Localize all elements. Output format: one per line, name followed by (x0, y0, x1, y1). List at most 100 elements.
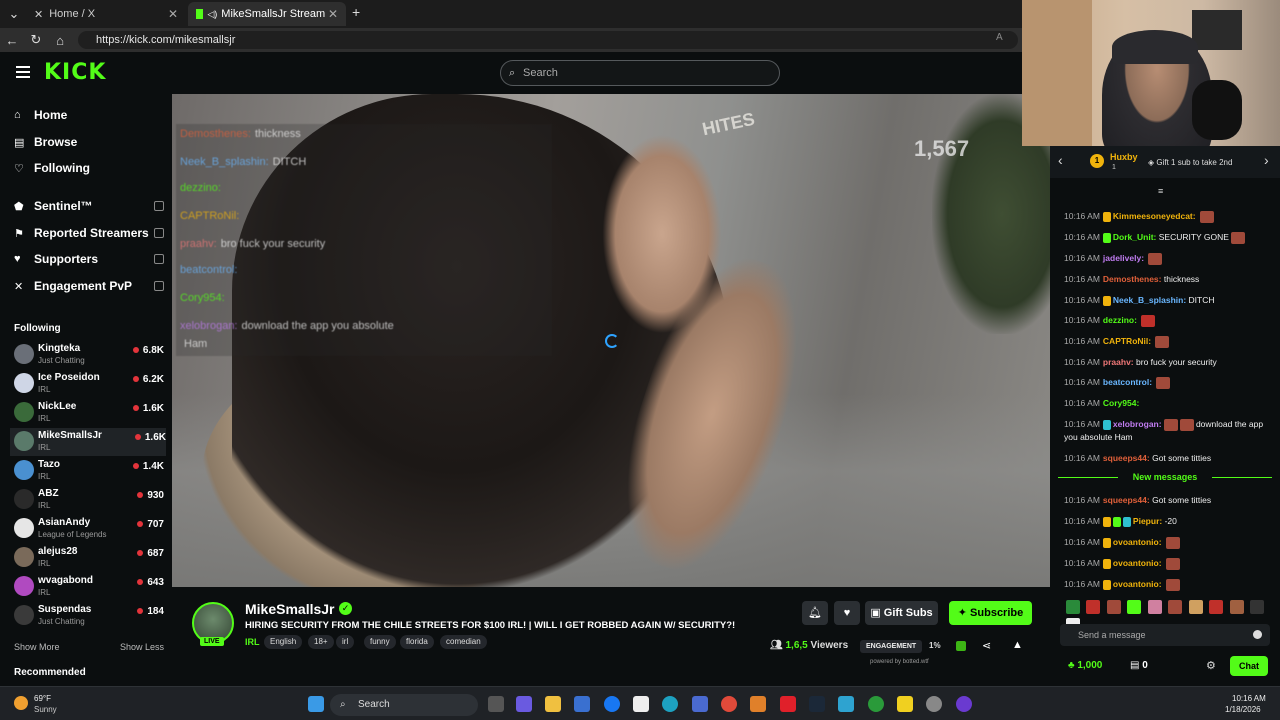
report-icon[interactable]: ▲ (1012, 639, 1023, 651)
steam-icon[interactable] (809, 696, 825, 712)
message-user[interactable]: CAPTRoNil: (1103, 336, 1151, 346)
amazon-icon[interactable] (633, 696, 649, 712)
gear-icon[interactable]: ⚙ (1206, 659, 1216, 672)
pinned-filter-icon[interactable]: ≡ (1158, 186, 1163, 196)
message-user[interactable]: Cory954: (1103, 398, 1139, 408)
message-user[interactable]: praahv: (1103, 357, 1134, 367)
tab-home-x[interactable]: ✕ Home / X ✕ (26, 2, 186, 26)
tag[interactable]: funny (364, 635, 396, 649)
channel-name[interactable]: MikeSmallsJr (245, 601, 335, 617)
message-user[interactable]: Piepur: (1133, 516, 1162, 526)
chat-message-input[interactable]: Send a message (1060, 624, 1270, 646)
video-player[interactable]: HITES 1,567 Demosthenes: thickness Neek_B… (172, 94, 1050, 587)
tag[interactable]: irl (336, 635, 355, 649)
weather-temperature[interactable]: 69°F (34, 694, 51, 703)
message-user[interactable]: xelobrogan: (1113, 419, 1162, 429)
followed-channel-active[interactable]: MikeSmallsJr IRL 1.6K (10, 428, 166, 456)
message-user[interactable]: Dork_Unit: (1113, 232, 1156, 242)
engagement-badge[interactable]: ENGAGEMENT (860, 640, 923, 653)
emote-icon[interactable] (1188, 599, 1203, 614)
home-icon[interactable]: ⌂ (48, 33, 72, 48)
subscribe-button[interactable]: ✦ Subscribe (949, 601, 1032, 625)
chrome-icon[interactable] (721, 696, 737, 712)
message-user[interactable]: Neek_B_splashin: (1113, 295, 1186, 305)
clock-date[interactable]: 1/18/2026 (1225, 705, 1261, 714)
sidebar-item-supporters[interactable]: ♥ Supporters (14, 248, 164, 270)
followed-channel[interactable]: NickLee IRL 1.6K (14, 399, 164, 427)
search-input[interactable]: ⌕ Search (500, 60, 780, 86)
show-less-link[interactable]: Show Less (120, 642, 164, 652)
obs-icon[interactable] (956, 696, 972, 712)
settings-app-icon[interactable] (926, 696, 942, 712)
read-aloud-icon[interactable]: A (996, 32, 1003, 43)
send-chat-button[interactable]: Chat (1230, 656, 1268, 676)
new-tab-icon[interactable]: + (352, 4, 360, 20)
followed-channel[interactable]: ABZ IRL 930 (14, 486, 164, 514)
emote-icon[interactable] (1168, 599, 1183, 614)
message-user[interactable]: Demosthenes: (1103, 274, 1162, 284)
followed-channel[interactable]: Kingteka Just Chatting 6.8K (14, 341, 164, 369)
reload-icon[interactable]: ↻ (24, 32, 48, 48)
task-view-icon[interactable] (488, 696, 504, 712)
url-field[interactable]: https://kick.com/mikesmallsjr (78, 31, 1018, 49)
emote-icon[interactable] (1106, 599, 1121, 614)
tab-mikesmallsjr[interactable]: ◁) MikeSmallsJr Stream - Watch ✕ (188, 2, 346, 26)
emote-icon[interactable] (1086, 599, 1101, 614)
chevron-left-icon[interactable]: ‹ (1058, 152, 1063, 168)
message-user[interactable]: dezzino: (1103, 315, 1137, 325)
message-user[interactable]: ovoantonio: (1113, 579, 1162, 589)
youtube-icon[interactable] (780, 696, 796, 712)
followed-channel[interactable]: Ice Poseidon IRL 6.2K (14, 370, 164, 398)
close-icon[interactable]: ✕ (168, 7, 178, 21)
engagement-chart-icon[interactable] (956, 641, 966, 651)
channel-points[interactable]: ♣ 1,000 (1068, 660, 1102, 671)
tab-list-icon[interactable]: ⌄ (2, 6, 26, 22)
weather-sun-icon[interactable] (14, 696, 28, 710)
sidebar-item-reported-streamers[interactable]: ⚑ Reported Streamers (14, 222, 164, 244)
sidebar-item-following[interactable]: ♡ Following (14, 157, 164, 179)
clock-time[interactable]: 10:16 AM (1232, 694, 1266, 703)
top-gifter-name[interactable]: Huxby (1110, 152, 1138, 162)
emote-icon[interactable] (1229, 599, 1244, 614)
sticky-notes-icon[interactable] (897, 696, 913, 712)
windows-start-icon[interactable] (308, 696, 324, 712)
sidebar-item-browse[interactable]: ▤ Browse (14, 131, 164, 153)
tag[interactable]: 18+ (308, 635, 334, 649)
message-user[interactable]: beatcontrol: (1103, 377, 1152, 387)
new-messages-divider[interactable]: New messages (1058, 472, 1272, 482)
tag[interactable]: florida (400, 635, 434, 649)
share-icon[interactable]: ⋖ (982, 639, 991, 652)
followed-channel[interactable]: wvagabond IRL 643 (14, 573, 164, 601)
back-icon[interactable]: ← (0, 33, 24, 48)
message-user[interactable]: squeeps44: (1103, 453, 1150, 463)
stream-category[interactable]: IRL (245, 637, 260, 647)
taskbar-search[interactable]: ⌕ Search (330, 694, 478, 716)
message-user[interactable]: squeeps44: (1103, 495, 1150, 505)
emote-icon[interactable] (1209, 599, 1224, 614)
notification-bell-icon[interactable]: 🔔︎ (802, 601, 828, 625)
tag[interactable]: English (264, 635, 303, 649)
message-user[interactable]: ovoantonio: (1113, 558, 1162, 568)
message-user[interactable]: jadelively: (1103, 253, 1144, 263)
followed-channel[interactable]: AsianAndy League of Legends 707 (14, 515, 164, 543)
kick-logo[interactable]: KICK (44, 60, 106, 85)
gift-count[interactable]: ▤ 0 (1130, 660, 1148, 671)
calculator-icon[interactable] (692, 696, 708, 712)
show-more-link[interactable]: Show More (14, 642, 60, 652)
emote-icon[interactable] (1066, 599, 1080, 614)
emote-icon[interactable] (1147, 599, 1162, 614)
app-icon[interactable] (838, 696, 854, 712)
facebook-icon[interactable] (604, 696, 620, 712)
close-icon[interactable]: ✕ (328, 7, 338, 21)
message-user[interactable]: Kimmeesoneyedcat: (1113, 211, 1196, 221)
followed-channel[interactable]: alejus28 IRL 687 (14, 544, 164, 572)
followed-channel[interactable]: Suspendas Just Chatting 184 (14, 602, 164, 630)
followed-channel[interactable]: Tazo IRL 1.4K (14, 457, 164, 485)
sidebar-item-home[interactable]: ⌂ Home (14, 104, 164, 126)
vlc-icon[interactable] (750, 696, 766, 712)
sidebar-item-sentinel[interactable]: ⬟ Sentinel™ (14, 195, 164, 217)
edge-icon[interactable] (662, 696, 678, 712)
chevron-right-icon[interactable]: › (1264, 152, 1269, 168)
emote-icon[interactable] (1250, 599, 1265, 614)
gift-subs-button[interactable]: ▣ Gift Subs (865, 601, 938, 625)
